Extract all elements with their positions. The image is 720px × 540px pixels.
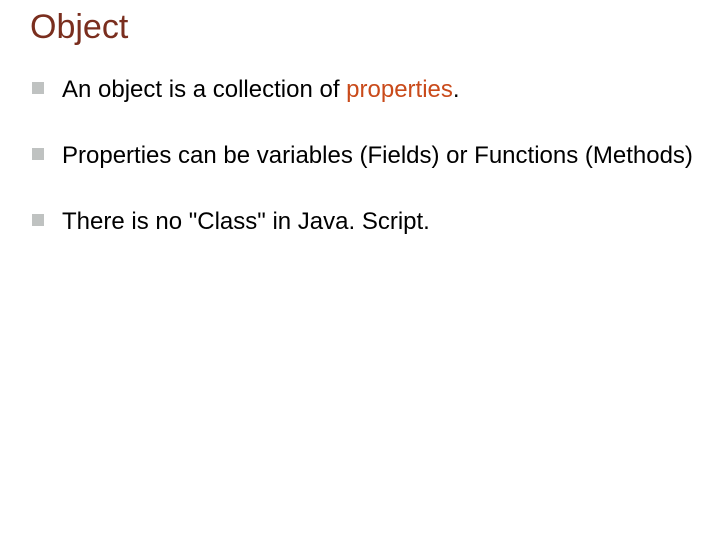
bullet-text-pre: There is no "Class" in Java. Script. [62,208,430,235]
bullet-list: An object is a collection of properties.… [24,75,696,237]
slide: Object An object is a collection of prop… [0,0,720,540]
list-item: There is no "Class" in Java. Script. [32,207,696,237]
bullet-text-pre: An object is a collection of [62,76,346,103]
list-item: Properties can be variables (Fields) or … [32,141,696,171]
slide-title: Object [30,8,696,47]
bullet-text-accent: properties [346,76,453,103]
bullet-text-pre: Properties can be variables (Fields) or … [62,142,693,169]
list-item: An object is a collection of properties. [32,75,696,105]
bullet-text-post: . [453,76,460,103]
